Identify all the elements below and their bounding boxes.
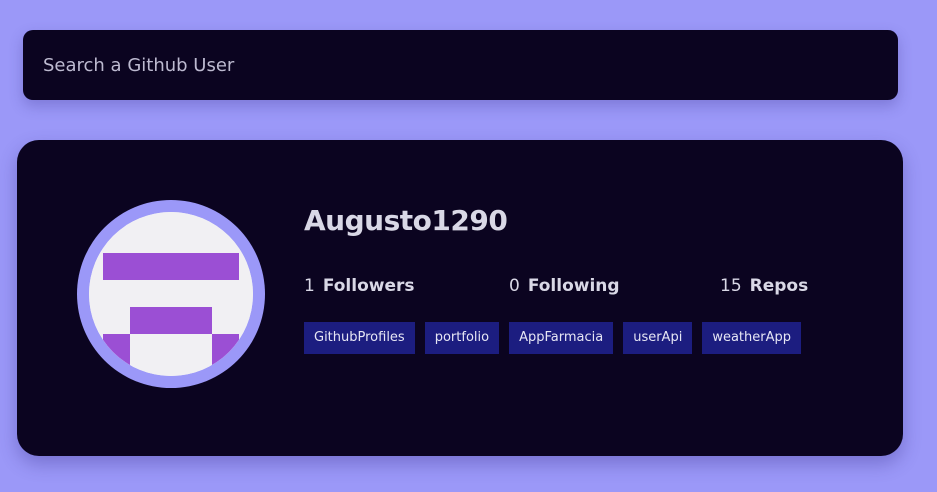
following-label: Following [527,276,620,296]
followers-count: 1 [304,276,315,296]
followers-label: Followers [322,276,415,296]
repo-link[interactable]: weatherApp [702,322,802,354]
avatar-image [89,212,253,376]
repo-link[interactable]: userApi [623,322,693,354]
repos-count: 15 [720,276,742,296]
repos-stat: 15 Repos [720,276,808,296]
profile-card: Augusto1290 1 Followers 0 Following 15 Repo… [17,140,903,456]
repo-link[interactable]: AppFarmacia [509,322,614,354]
following-stat: 0 Following [509,276,620,296]
username: Augusto1290 [304,204,508,237]
followers-stat: 1 Followers [304,276,415,296]
repo-list: GithubProfiles portfolio AppFarmacia use… [304,322,802,354]
repo-link[interactable]: GithubProfiles [304,322,415,354]
search-input[interactable] [23,30,898,100]
following-count: 0 [509,276,520,296]
profile-stats: 1 Followers 0 Following 15 Repos [304,276,864,300]
identicon-avatar-icon [89,212,253,376]
page: Augusto1290 1 Followers 0 Following 15 Repo… [0,0,937,492]
repos-label: Repos [749,276,809,296]
avatar [77,200,265,388]
repo-link[interactable]: portfolio [424,322,500,354]
